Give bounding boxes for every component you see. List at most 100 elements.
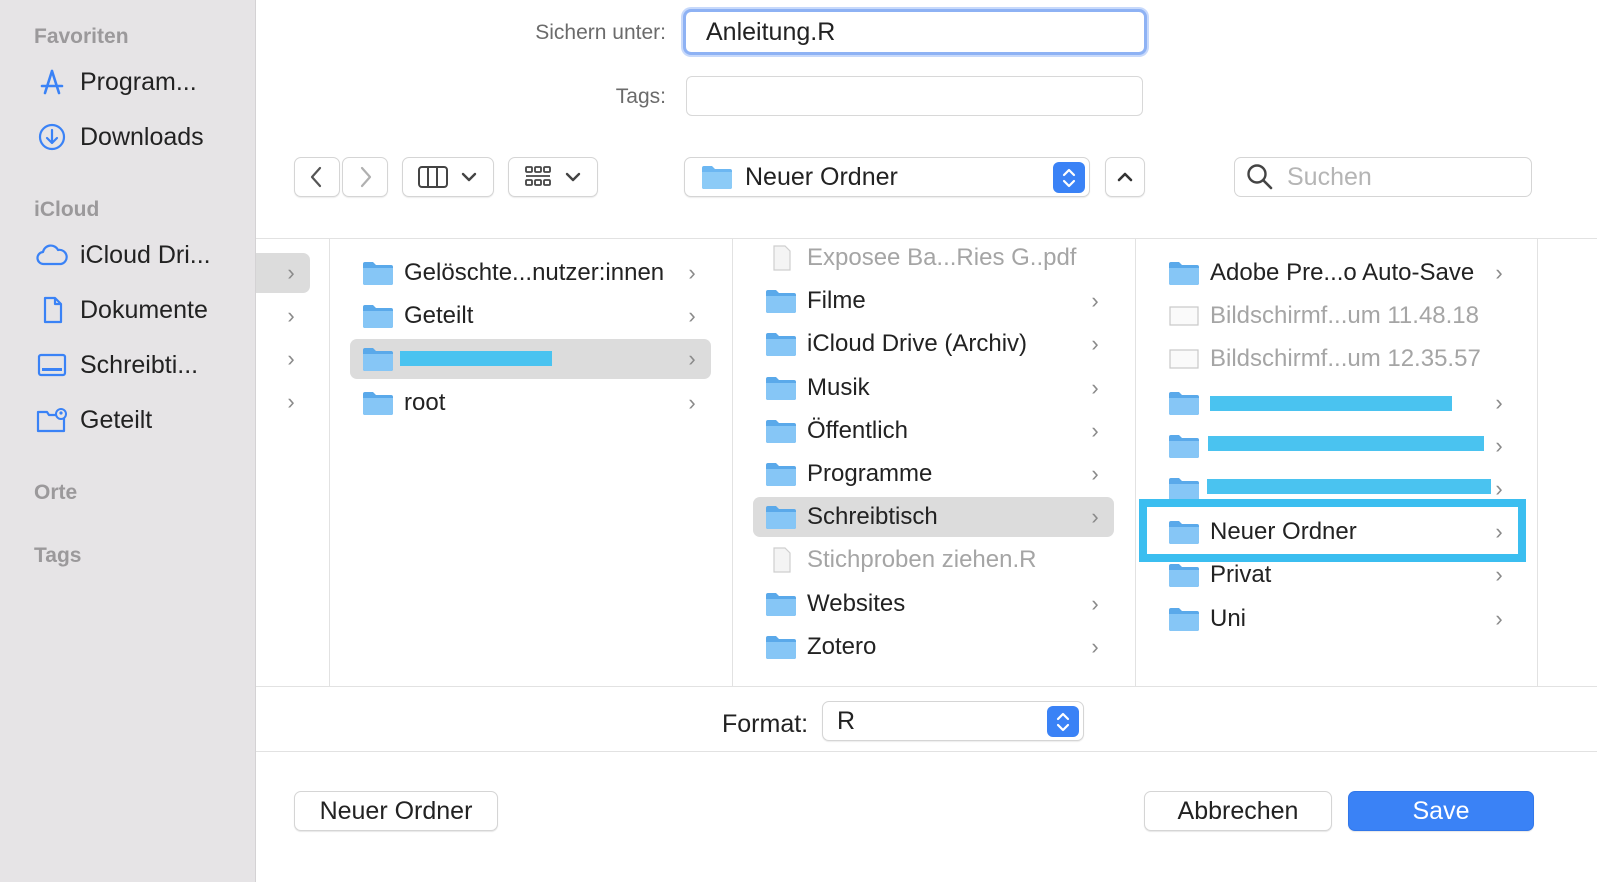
- chevron-right-icon: ›: [1091, 331, 1099, 357]
- format-value: R: [837, 706, 856, 735]
- tags-field[interactable]: [686, 76, 1143, 116]
- sidebar-item-icloud-drive[interactable]: iCloud Dri...: [34, 235, 244, 275]
- redaction-mark: [1210, 396, 1452, 411]
- folder-icon: [362, 390, 394, 416]
- folder-icon: [765, 634, 797, 660]
- chevron-down-icon: [461, 172, 477, 182]
- redaction-mark: [400, 351, 552, 366]
- sidebar-item-programs[interactable]: Program...: [34, 62, 244, 102]
- view-mode-button[interactable]: [402, 157, 494, 197]
- new-folder-button[interactable]: Neuer Ordner: [294, 791, 498, 831]
- browser-row[interactable]: Filme ›: [753, 281, 1114, 321]
- group-button[interactable]: [508, 157, 598, 197]
- browser-row[interactable]: ›: [256, 296, 310, 336]
- browser-row[interactable]: Uni ›: [1156, 599, 1518, 639]
- location-label: Neuer Ordner: [745, 162, 898, 191]
- item-name: Privat: [1210, 561, 1272, 589]
- browser-row[interactable]: Geteilt ›: [350, 296, 711, 336]
- sidebar-item-label: Geteilt: [80, 405, 153, 434]
- chevron-right-icon: ›: [1091, 590, 1099, 616]
- chevron-right-icon: ›: [1495, 389, 1503, 415]
- browser-row[interactable]: Bildschirmf...um 11.48.18: [1156, 296, 1518, 336]
- column-browser: › › › › Gelöschte...nutzer:innen › Geteilt…: [256, 238, 1597, 687]
- browser-row[interactable]: Öffentlich ›: [753, 411, 1114, 451]
- document-icon: [765, 245, 797, 271]
- folder-icon: [765, 331, 797, 357]
- browser-row[interactable]: Stichproben ziehen.R: [753, 540, 1114, 580]
- folder-icon: [362, 303, 394, 329]
- folder-icon: [1168, 260, 1200, 286]
- forward-button[interactable]: [342, 157, 388, 197]
- chevron-right-icon: ›: [1091, 633, 1099, 659]
- download-circle-icon: [34, 119, 70, 155]
- app-store-icon: [34, 64, 70, 100]
- item-name: Adobe Pre...o Auto-Save: [1210, 259, 1475, 286]
- sidebar-header-tags[interactable]: Tags: [34, 544, 81, 568]
- sidebar-item-downloads[interactable]: Downloads: [34, 117, 244, 157]
- item-name: root: [404, 388, 446, 416]
- sidebar-item-label: Program...: [80, 67, 197, 96]
- chevron-right-icon: ›: [1495, 562, 1503, 588]
- item-name: Öffentlich: [807, 416, 908, 444]
- redaction-mark: [1208, 436, 1484, 451]
- cloud-icon: [34, 237, 70, 273]
- sidebar-item-label: Downloads: [80, 122, 204, 151]
- browser-row[interactable]: ›: [256, 253, 310, 293]
- location-popup[interactable]: Neuer Ordner: [684, 157, 1090, 197]
- item-name: Filme: [807, 287, 866, 315]
- item-name: Gelöschte...nutzer:innen: [404, 259, 665, 286]
- folder-icon: [765, 461, 797, 487]
- chevron-right-icon: ›: [1091, 504, 1099, 530]
- search-icon: [1247, 164, 1273, 190]
- item-name: Schreibtisch: [807, 503, 938, 531]
- sidebar-item-shared[interactable]: Geteilt: [34, 400, 244, 440]
- image-file-icon: [1168, 346, 1200, 372]
- format-label: Format:: [722, 710, 809, 738]
- save-as-field[interactable]: [683, 9, 1147, 55]
- browser-row[interactable]: Schreibtisch ›: [753, 497, 1114, 538]
- chevron-down-icon: [565, 172, 581, 182]
- chevron-right-icon: ›: [287, 346, 295, 371]
- sidebar-header-places[interactable]: Orte: [34, 481, 77, 505]
- browser-row[interactable]: Gelöschte...nutzer:innen ›: [350, 253, 711, 293]
- chevron-right-icon: [360, 166, 372, 188]
- format-popup[interactable]: R: [822, 701, 1084, 741]
- browser-row[interactable]: Bildschirmf...um 12.35.57: [1156, 339, 1518, 379]
- browser-column-2: Exposee Ba...Ries G..pdf Filme › iCloud Dri…: [733, 239, 1136, 686]
- browser-row[interactable]: iCloud Drive (Archiv) ›: [753, 324, 1114, 364]
- browser-row[interactable]: ›: [256, 339, 310, 379]
- folder-icon: [765, 504, 797, 530]
- browser-row[interactable]: Exposee Ba...Ries G..pdf: [753, 238, 1114, 278]
- sidebar-item-documents[interactable]: Dokumente: [34, 290, 244, 330]
- chevron-right-icon: ›: [1495, 260, 1503, 285]
- sidebar-item-desktop[interactable]: Schreibti...: [34, 345, 244, 385]
- browser-row[interactable]: Websites ›: [753, 584, 1114, 624]
- back-button[interactable]: [294, 157, 340, 197]
- save-as-label: Sichern unter:: [535, 21, 666, 44]
- item-name: Bildschirmf...um 11.48.18: [1210, 302, 1480, 330]
- collapse-button[interactable]: [1105, 157, 1145, 197]
- search-field[interactable]: Suchen: [1234, 157, 1532, 197]
- folder-icon: [1168, 606, 1200, 632]
- item-name: Programme: [807, 460, 933, 487]
- browser-row[interactable]: ›: [256, 382, 310, 422]
- folder-icon: [765, 375, 797, 401]
- folder-icon: [702, 166, 732, 189]
- chevron-right-icon: ›: [287, 303, 295, 328]
- browser-row[interactable]: Programme ›: [753, 454, 1114, 494]
- folder-icon: [1168, 433, 1200, 459]
- item-name: iCloud Drive (Archiv): [807, 330, 1028, 358]
- chevron-right-icon: ›: [1091, 417, 1099, 443]
- save-button[interactable]: Save: [1348, 791, 1534, 831]
- item-name: Geteilt: [404, 302, 474, 330]
- browser-row[interactable]: Adobe Pre...o Auto-Save ›: [1156, 253, 1518, 293]
- chevron-right-icon: ›: [688, 260, 696, 285]
- chevron-right-icon: ›: [688, 389, 696, 415]
- browser-column-3: Adobe Pre...o Auto-Save › Bildschirmf...um…: [1136, 239, 1538, 686]
- redaction-mark: [1207, 479, 1491, 494]
- browser-row[interactable]: root ›: [350, 383, 711, 423]
- chevron-up-icon: [1117, 172, 1133, 182]
- browser-row[interactable]: Musik ›: [753, 368, 1114, 408]
- cancel-button[interactable]: Abbrechen: [1144, 791, 1332, 831]
- browser-row[interactable]: Zotero ›: [753, 627, 1114, 667]
